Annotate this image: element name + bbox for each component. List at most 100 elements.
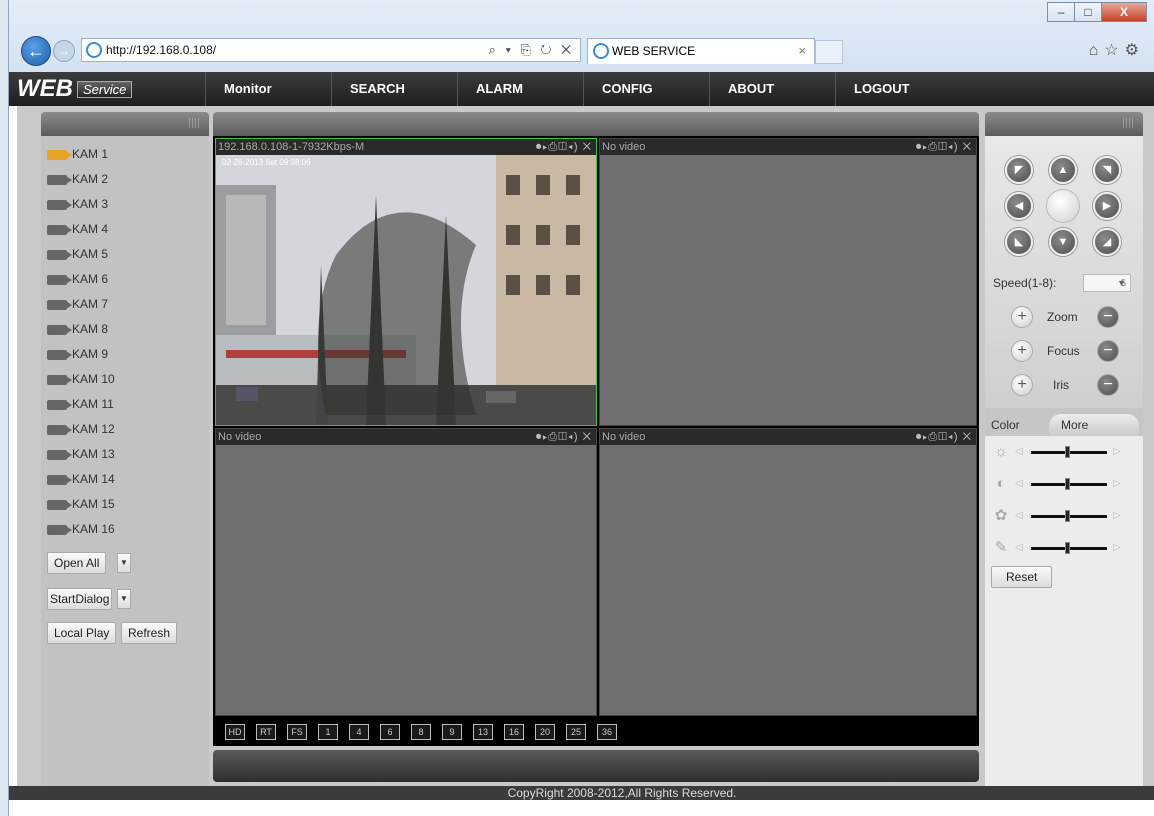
slider-knob[interactable] (1065, 510, 1070, 522)
camera-item[interactable]: KAM 1 (47, 142, 115, 167)
menu-config[interactable]: CONFIG (583, 72, 709, 106)
browser-tab[interactable]: WEB SERVICE × (587, 38, 815, 64)
address-controls[interactable]: ⌕ ▾ ⎘ ↻ ✕ (489, 39, 574, 61)
home-icon[interactable]: ⌂ (1089, 42, 1105, 59)
layout-button[interactable]: 6 (380, 724, 400, 740)
right-arrow-icon[interactable]: ▷ (1113, 542, 1121, 553)
camera-item[interactable]: KAM 3 (47, 192, 115, 217)
ptz-center-button[interactable] (1046, 189, 1080, 223)
no-video-label: No video (602, 141, 646, 153)
left-arrow-icon[interactable]: ◁ (1015, 478, 1023, 489)
camera-item[interactable]: KAM 15 (47, 492, 115, 517)
start-dialog-dropdown-icon[interactable]: ▼ (117, 589, 131, 609)
refresh-button[interactable]: Refresh (121, 622, 178, 644)
cell-controls-icons[interactable]: ⏺▸⎙◫◂) ✕ (536, 139, 592, 155)
menu-alarm[interactable]: ALARM (457, 72, 583, 106)
camera-item[interactable]: KAM 5 (47, 242, 115, 267)
camera-item[interactable]: KAM 8 (47, 317, 115, 342)
video-cell-1[interactable]: 192.168.0.108-1-7932Kbps-M ⏺▸⎙◫◂) ✕ 02-2… (215, 138, 597, 426)
slider-knob[interactable] (1065, 446, 1070, 458)
left-arrow-icon[interactable]: ◁ (1015, 510, 1023, 521)
minimize-button[interactable]: – (1047, 2, 1075, 22)
camera-item[interactable]: KAM 7 (47, 292, 115, 317)
layout-button[interactable]: 16 (504, 724, 524, 740)
timestamp-overlay: 02-26-2013 Sat 09:38:06 (222, 158, 311, 167)
menu-about[interactable]: ABOUT (709, 72, 835, 106)
layout-button[interactable]: 8 (411, 724, 431, 740)
layout-button[interactable]: 9 (442, 724, 462, 740)
iris-in-button[interactable]: + (1011, 374, 1033, 396)
layout-button[interactable]: 4 (349, 724, 369, 740)
open-all-dropdown-icon[interactable]: ▼ (117, 553, 131, 573)
maximize-button[interactable]: □ (1074, 2, 1102, 22)
video-cell-4[interactable]: No video ⏺▸⎙◫◂) ✕ (599, 428, 977, 716)
cell-controls-icons[interactable]: ⏺▸⎙◫◂) ✕ (916, 139, 972, 155)
camera-item[interactable]: KAM 2 (47, 167, 115, 192)
ptz-up-button[interactable]: ▲ (1049, 156, 1077, 184)
layout-button[interactable]: 36 (597, 724, 617, 740)
cell-controls-icons[interactable]: ⏺▸⎙◫◂) ✕ (916, 429, 972, 445)
left-arrow-icon[interactable]: ◁ (1015, 446, 1023, 457)
start-dialog-button[interactable]: StartDialog (47, 588, 113, 610)
menu-monitor[interactable]: Monitor (205, 72, 331, 106)
camera-item[interactable]: KAM 12 (47, 417, 115, 442)
camera-item[interactable]: KAM 11 (47, 392, 115, 417)
camera-item[interactable]: KAM 10 (47, 367, 115, 392)
tab-more[interactable]: More (1049, 414, 1139, 436)
right-arrow-icon[interactable]: ▷ (1113, 478, 1121, 489)
layout-button[interactable]: FS (287, 724, 307, 740)
layout-button[interactable]: 25 (566, 724, 586, 740)
left-arrow-icon[interactable]: ◁ (1015, 542, 1023, 553)
camera-item[interactable]: KAM 4 (47, 217, 115, 242)
saturation-row: ✿ ◁ ▷ (991, 506, 1141, 526)
ptz-up-left-button[interactable]: ◤ (1005, 156, 1033, 184)
layout-button[interactable]: 13 (473, 724, 493, 740)
layout-button[interactable]: RT (256, 724, 276, 740)
slider-knob[interactable] (1065, 478, 1070, 490)
camera-icon (47, 474, 72, 485)
iris-out-button[interactable]: − (1097, 374, 1119, 396)
layout-button[interactable]: 1 (318, 724, 338, 740)
reset-button[interactable]: Reset (991, 566, 1053, 588)
close-window-button[interactable]: X (1101, 2, 1147, 22)
camera-item[interactable]: KAM 14 (47, 467, 115, 492)
camera-item[interactable]: KAM 6 (47, 267, 115, 292)
ptz-up-right-button[interactable]: ◥ (1093, 156, 1121, 184)
cell-controls-icons[interactable]: ⏺▸⎙◫◂) ✕ (536, 429, 592, 445)
ptz-down-button[interactable]: ▼ (1049, 228, 1077, 256)
cell-header: 192.168.0.108-1-7932Kbps-M ⏺▸⎙◫◂) ✕ (216, 139, 596, 155)
right-arrow-icon[interactable]: ▷ (1113, 446, 1121, 457)
slider-knob[interactable] (1065, 542, 1070, 554)
gear-icon[interactable]: ⚙ (1125, 42, 1145, 59)
camera-icon (47, 274, 72, 285)
ptz-right-button[interactable]: ▶ (1093, 192, 1121, 220)
video-cell-2[interactable]: No video ⏺▸⎙◫◂) ✕ (599, 138, 977, 426)
tab-color[interactable]: Color (985, 414, 1020, 436)
right-arrow-icon[interactable]: ▷ (1113, 510, 1121, 521)
street-scene-image: 02-26-2013 Sat 09:38:06 (216, 155, 596, 425)
speed-select[interactable]: 5 ▼ (1083, 274, 1131, 292)
camera-item[interactable]: KAM 13 (47, 442, 115, 467)
ptz-down-left-button[interactable]: ◣ (1005, 228, 1033, 256)
ptz-down-right-button[interactable]: ◢ (1093, 228, 1121, 256)
zoom-out-button[interactable]: − (1097, 306, 1119, 328)
menu-logout[interactable]: LOGOUT (835, 72, 961, 106)
forward-button[interactable]: → (53, 40, 75, 62)
new-tab-button[interactable] (815, 40, 843, 64)
star-icon[interactable]: ☆ (1104, 42, 1124, 59)
video-cell-3[interactable]: No video ⏺▸⎙◫◂) ✕ (215, 428, 597, 716)
local-play-button[interactable]: Local Play (47, 622, 117, 644)
layout-button[interactable]: 20 (535, 724, 555, 740)
menu-search[interactable]: SEARCH (331, 72, 457, 106)
tab-close-icon[interactable]: × (798, 39, 806, 63)
back-button[interactable]: ← (21, 36, 51, 66)
focus-out-button[interactable]: − (1097, 340, 1119, 362)
ptz-left-button[interactable]: ◀ (1005, 192, 1033, 220)
address-bar[interactable]: http://192.168.0.108/ ⌕ ▾ ⎘ ↻ ✕ (81, 38, 581, 62)
zoom-in-button[interactable]: + (1011, 306, 1033, 328)
focus-in-button[interactable]: + (1011, 340, 1033, 362)
open-all-button[interactable]: Open All (47, 552, 107, 574)
layout-button[interactable]: HD (225, 724, 245, 740)
camera-item[interactable]: KAM 16 (47, 517, 115, 542)
camera-item[interactable]: KAM 9 (47, 342, 115, 367)
